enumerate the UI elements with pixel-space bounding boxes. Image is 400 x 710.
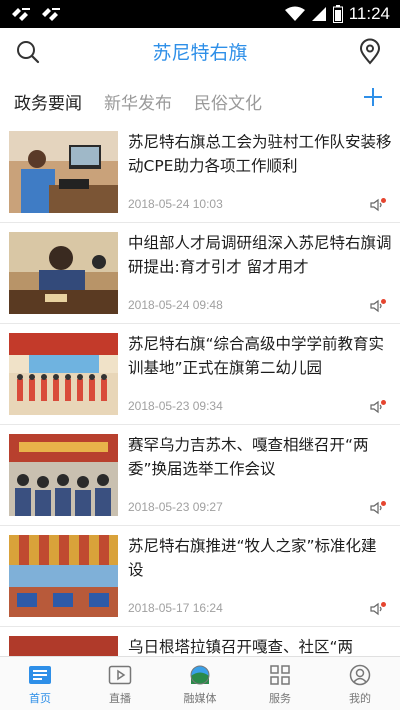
user-icon [349, 664, 371, 686]
home-news-icon [29, 666, 51, 684]
app-header: 苏尼特右旗 [0, 28, 400, 76]
news-title: 苏尼特右旗“综合高级中学学前教育实训基地”正式在旗第二幼儿园 [128, 335, 385, 377]
tab-folk-culture[interactable]: 民俗文化 [194, 89, 262, 114]
page-title: 苏尼特右旗 [152, 42, 248, 64]
bottom-navigation: 首页 直播 融媒体 服务 我的 [0, 656, 400, 710]
news-title: 赛罕乌力吉苏木、嘎查相继召开“两委”换届选举工作会议 [128, 436, 369, 478]
news-title: 乌日根塔拉镇召开嘎查、社区“两 [128, 638, 354, 656]
news-thumbnail [9, 434, 118, 516]
nav-profile[interactable]: 我的 [320, 657, 400, 710]
status-bar: 11:24 [0, 0, 400, 28]
speaker-icon[interactable] [370, 501, 386, 515]
tab-politics-news[interactable]: 政务要闻 [14, 89, 82, 114]
notification-icon [42, 8, 60, 21]
news-item[interactable]: 乌日根塔拉镇召开嘎查、社区“两 [0, 627, 400, 656]
notification-icon [12, 8, 30, 21]
news-date: 2018-05-24 09:48 [128, 298, 223, 312]
nav-services[interactable]: 服务 [240, 657, 320, 710]
news-thumbnail [9, 636, 118, 656]
news-date: 2018-05-24 10:03 [128, 197, 223, 211]
speaker-icon[interactable] [370, 198, 386, 212]
speaker-icon[interactable] [370, 299, 386, 313]
tab-xinhua-release[interactable]: 新华发布 [104, 89, 172, 114]
nav-label: 直播 [109, 692, 131, 705]
news-title: 苏尼特右旗推进“牧人之家”标准化建设 [128, 537, 377, 579]
wifi-icon [284, 6, 305, 21]
news-list: 苏尼特右旗总工会为驻村工作队安装移动CPE助力各项工作顺利 2018-05-24… [0, 122, 400, 656]
speaker-icon[interactable] [370, 400, 386, 414]
news-item[interactable]: 赛罕乌力吉苏木、嘎查相继召开“两委”换届选举工作会议 2018-05-23 09… [0, 425, 400, 526]
location-button[interactable] [356, 38, 384, 66]
clock: 11:24 [348, 4, 390, 23]
news-item[interactable]: 苏尼特右旗总工会为驻村工作队安装移动CPE助力各项工作顺利 2018-05-24… [0, 122, 400, 223]
nav-label: 首页 [29, 692, 51, 705]
add-tab-icon[interactable] [362, 86, 384, 108]
news-title: 苏尼特右旗总工会为驻村工作队安装移动CPE助力各项工作顺利 [128, 133, 392, 175]
news-thumbnail [9, 232, 118, 314]
news-item[interactable]: 苏尼特右旗“综合高级中学学前教育实训基地”正式在旗第二幼儿园 2018-05-2… [0, 324, 400, 425]
nav-live[interactable]: 直播 [80, 657, 160, 710]
news-title: 中组部人才局调研组深入苏尼特右旗调研提出:育才引才 留才用才 [128, 234, 392, 276]
nav-media[interactable]: 融媒体 [160, 657, 240, 710]
news-thumbnail [9, 131, 118, 213]
news-item[interactable]: 中组部人才局调研组深入苏尼特右旗调研提出:育才引才 留才用才 2018-05-2… [0, 223, 400, 324]
category-tabs: 政务要闻 新华发布 民俗文化 [0, 76, 400, 122]
nav-label: 我的 [349, 692, 371, 705]
news-date: 2018-05-23 09:27 [128, 500, 223, 514]
news-date: 2018-05-23 09:34 [128, 399, 223, 413]
news-date: 2018-05-17 16:24 [128, 601, 223, 615]
nav-home[interactable]: 首页 [0, 657, 80, 710]
news-thumbnail [9, 535, 118, 617]
play-icon [108, 665, 132, 685]
signal-icon [311, 7, 326, 21]
nav-label: 服务 [269, 692, 291, 705]
speaker-icon[interactable] [370, 602, 386, 616]
notification-icons [10, 6, 62, 22]
news-thumbnail [9, 333, 118, 415]
location-pin-icon [359, 38, 381, 65]
media-icon [190, 665, 210, 685]
nav-label: 融媒体 [183, 692, 217, 705]
battery-icon [332, 5, 343, 23]
grid-icon [270, 665, 290, 685]
news-item[interactable]: 苏尼特右旗推进“牧人之家”标准化建设 2018-05-17 16:24 [0, 526, 400, 627]
